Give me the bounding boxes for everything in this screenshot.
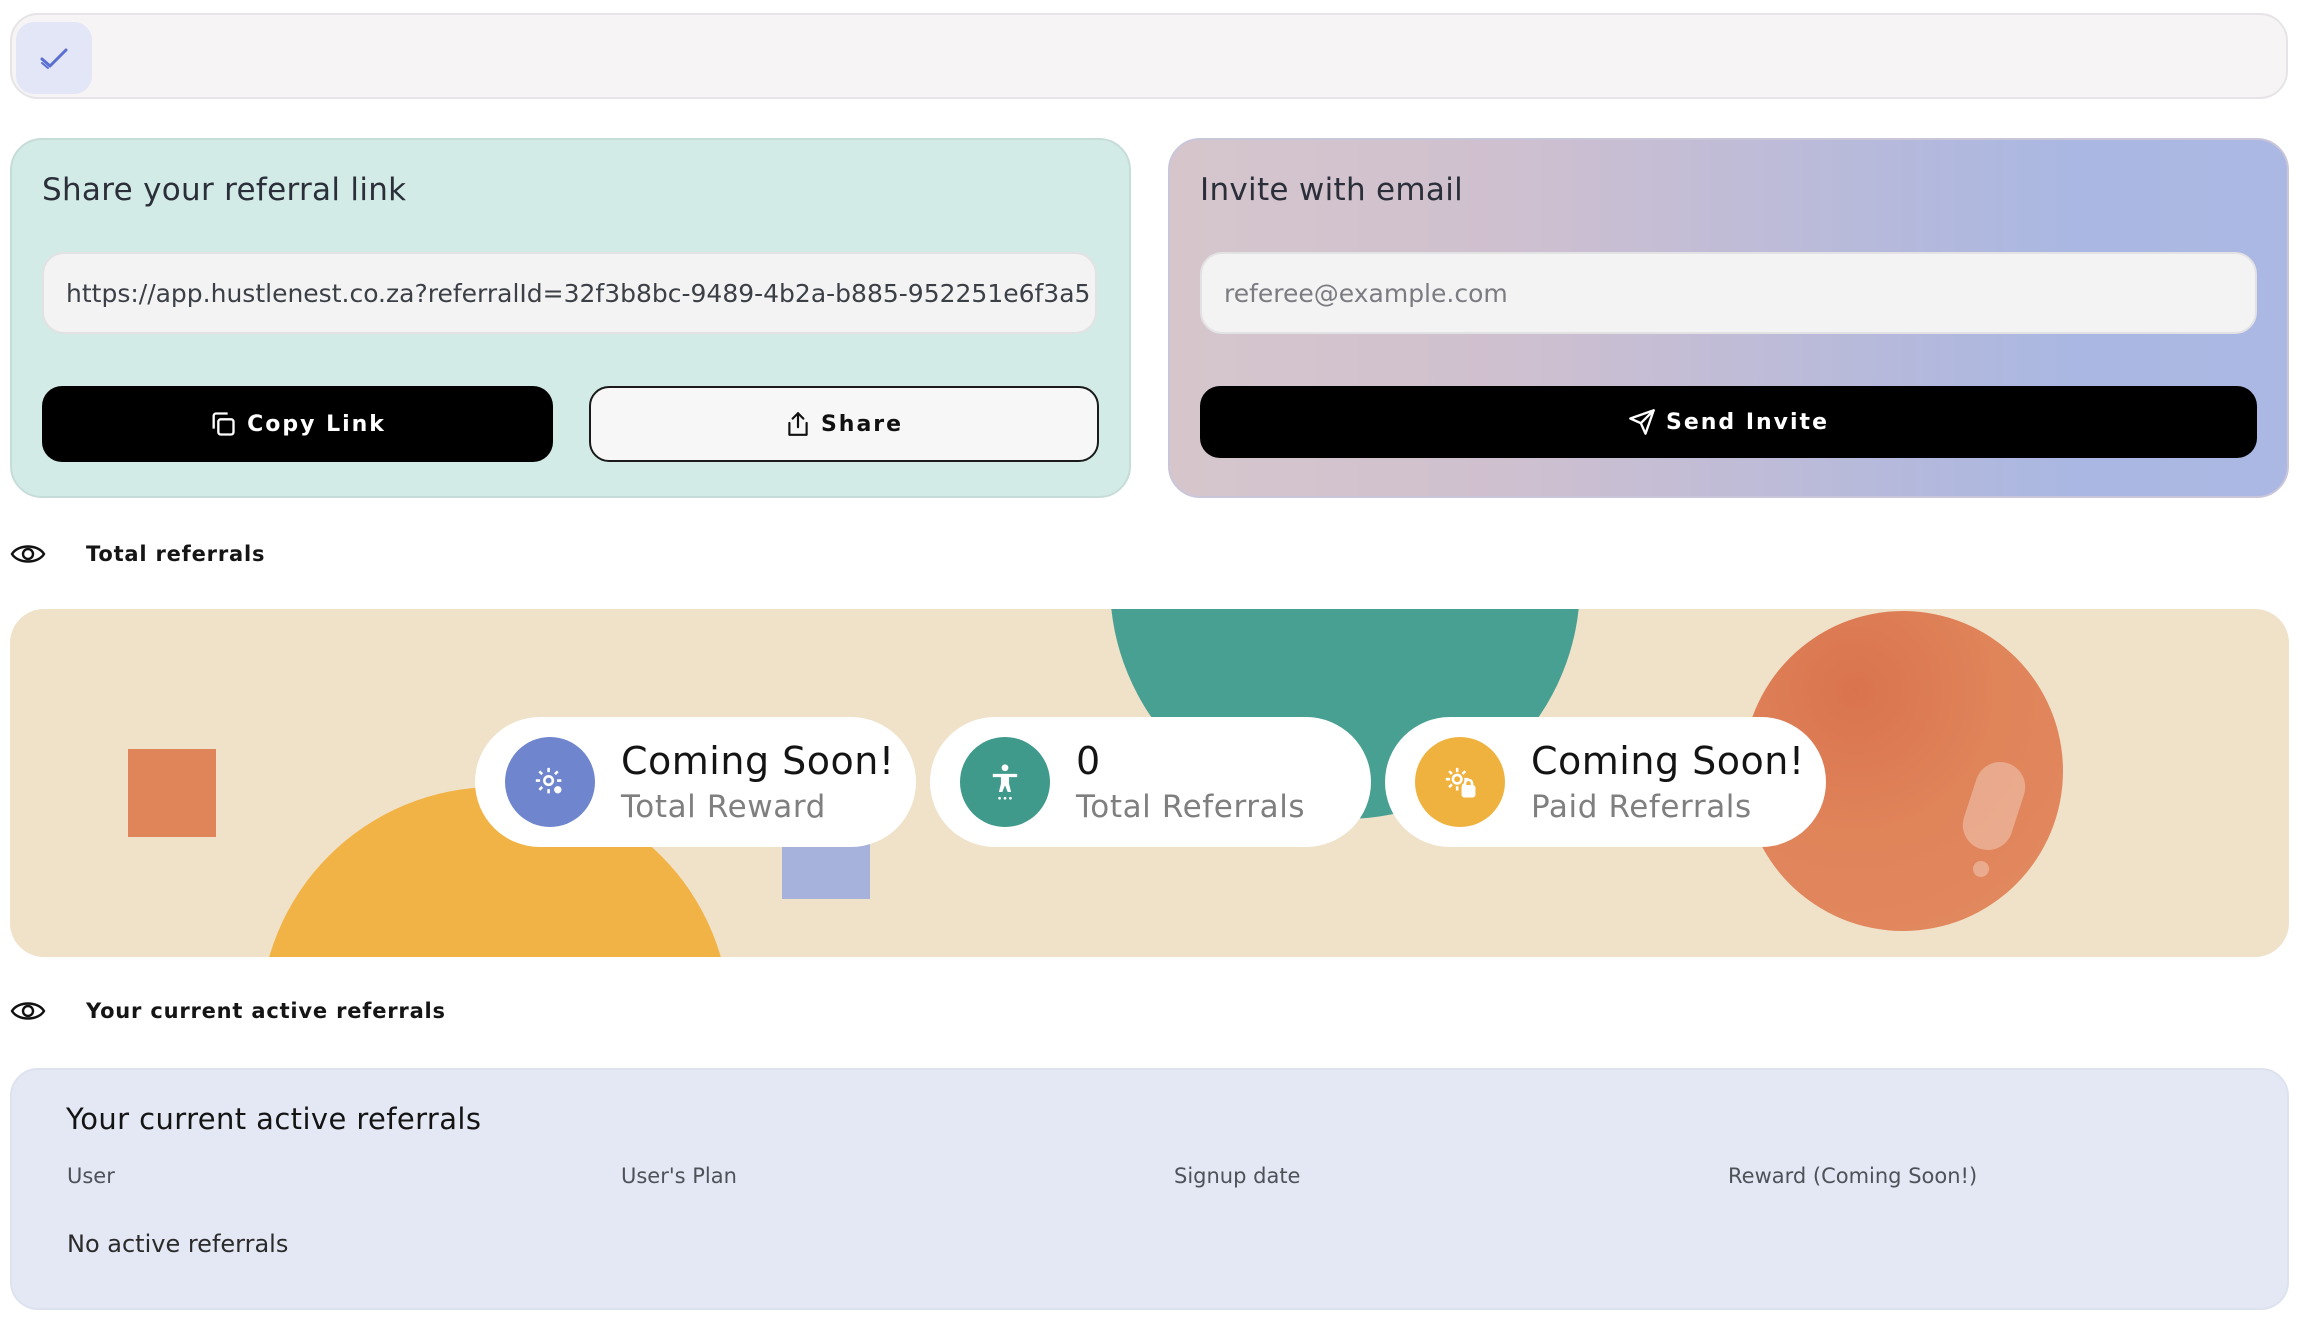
send-invite-label: Send Invite	[1665, 409, 1829, 435]
total-referrals-section-label: Total referrals	[10, 540, 265, 568]
paid-referrals-value: Coming Soon!	[1531, 739, 1805, 783]
top-bar	[10, 13, 2288, 99]
column-header-plan: User's Plan	[621, 1164, 737, 1188]
eye-icon[interactable]	[10, 540, 46, 568]
share-button[interactable]: Share	[589, 386, 1099, 462]
total-referrals-label: Total Referrals	[1076, 789, 1306, 825]
copy-icon	[212, 412, 235, 436]
stat-total-referrals: 0 Total Referrals	[930, 717, 1371, 847]
empty-state-text: No active referrals	[67, 1230, 289, 1258]
share-card-title: Share your referral link	[42, 172, 407, 208]
email-input[interactable]: referee@example.com	[1200, 252, 2257, 334]
total-referrals-icon-badge	[960, 737, 1050, 827]
stat-total-reward: Coming Soon! Total Reward	[475, 717, 916, 847]
paid-referrals-label: Paid Referrals	[1531, 789, 1752, 825]
column-header-user: User	[67, 1164, 115, 1188]
invite-card-title: Invite with email	[1200, 172, 1464, 208]
total-referrals-heading: Total referrals	[86, 542, 266, 566]
column-header-reward: Reward (Coming Soon!)	[1728, 1164, 1978, 1188]
orange-square-decoration	[128, 749, 216, 837]
share-referral-card: Share your referral link https://app.hus…	[10, 138, 1131, 498]
send-invite-button[interactable]: Send Invite	[1200, 386, 2257, 458]
total-referrals-value: 0	[1076, 739, 1101, 783]
active-referrals-table: Your current active referrals User User'…	[10, 1068, 2289, 1310]
total-reward-value: Coming Soon!	[621, 739, 895, 783]
table-title: Your current active referrals	[66, 1102, 482, 1136]
invite-email-card: Invite with email referee@example.com Se…	[1168, 138, 2289, 498]
active-referrals-heading: Your current active referrals	[86, 999, 446, 1023]
gear-lock-icon	[1445, 767, 1476, 798]
total-reward-icon-badge	[505, 737, 595, 827]
column-header-signup-date: Signup date	[1174, 1164, 1301, 1188]
stats-banner: Coming Soon! Total Reward 0 Total Referr…	[10, 609, 2289, 957]
stat-paid-referrals: Coming Soon! Paid Referrals	[1385, 717, 1826, 847]
check-button[interactable]	[16, 22, 92, 94]
total-reward-label: Total Reward	[621, 789, 826, 825]
eye-icon[interactable]	[10, 997, 46, 1025]
gear-icon	[535, 767, 565, 797]
paid-referrals-icon-badge	[1415, 737, 1505, 827]
copy-link-label: Copy Link	[247, 411, 386, 437]
check-icon	[40, 48, 68, 69]
share-label: Share	[820, 411, 904, 437]
accessibility-icon	[992, 764, 1018, 800]
active-referrals-section-label: Your current active referrals	[10, 997, 446, 1025]
send-icon	[1629, 409, 1655, 435]
copy-link-button[interactable]: Copy Link	[42, 386, 553, 462]
referral-link-field[interactable]: https://app.hustlenest.co.za?referralId=…	[42, 252, 1097, 334]
share-icon	[788, 412, 808, 436]
